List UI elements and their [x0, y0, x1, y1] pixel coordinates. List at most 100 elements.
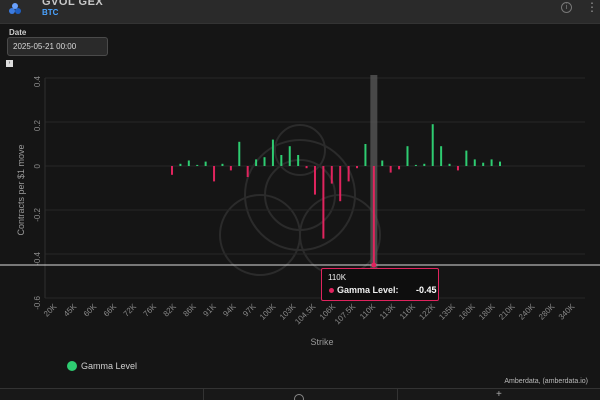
bar[interactable]	[179, 163, 182, 166]
tooltip-strike: 110K	[328, 273, 347, 282]
y-axis-label: Contracts per $1 move	[16, 144, 26, 235]
x-tick-label: 66K	[102, 302, 119, 319]
x-tick-label: 72K	[122, 302, 139, 319]
bar[interactable]	[238, 141, 241, 166]
bar[interactable]	[263, 157, 266, 166]
x-tick-labels: 20K 45K 60K 66K 72K 76K 82K 86K 91K 94K 97K 100K 103…	[42, 302, 577, 327]
bar[interactable]	[473, 159, 476, 166]
footer-divider	[397, 389, 398, 400]
tooltip-series-name: Gamma Level:	[337, 285, 399, 295]
bar[interactable]	[196, 164, 199, 166]
footer-divider	[203, 389, 204, 400]
app-subtitle: BTC	[42, 8, 59, 17]
bar[interactable]	[381, 160, 384, 167]
bar[interactable]	[423, 163, 426, 166]
bar[interactable]	[398, 166, 401, 170]
bar[interactable]	[187, 160, 190, 167]
tooltip-series-label: Gamma Level	[337, 285, 396, 295]
x-tick-label: 91K	[201, 302, 218, 319]
x-tick-label: 60K	[82, 302, 99, 319]
date-input[interactable]	[7, 37, 108, 56]
bar[interactable]	[313, 166, 316, 195]
legend-label: Gamma Level	[81, 361, 138, 371]
x-tick-label: 104.5K	[293, 302, 318, 327]
y-tick-label: -0.6	[33, 295, 42, 309]
x-tick-label: 135K	[437, 302, 457, 322]
x-tick-label: 160K	[457, 302, 477, 322]
bar[interactable]	[280, 155, 283, 166]
download-icon[interactable]: +	[496, 390, 502, 400]
bar[interactable]	[356, 166, 359, 169]
bar[interactable]	[490, 159, 493, 166]
bar[interactable]	[465, 150, 468, 166]
y-tick-label: 0.4	[33, 75, 42, 87]
bar[interactable]	[339, 166, 342, 202]
x-tick-label: 76K	[142, 302, 159, 319]
bar[interactable]	[456, 166, 459, 171]
bar[interactable]	[414, 164, 417, 166]
bar[interactable]	[406, 146, 409, 166]
x-tick-label: 122K	[417, 302, 437, 322]
tooltip-series-dot	[329, 288, 334, 293]
gamma-chart: 0.4 0.2 0 -0.2 -0.4 -0.6 20K 45K 60K 66K 72K 76K 82…	[0, 75, 600, 347]
bar[interactable]	[448, 163, 451, 166]
footer-toolbar: +	[0, 388, 600, 400]
y-tick-label: -0.2	[33, 207, 42, 221]
x-tick-label: 110K	[358, 302, 378, 322]
bar[interactable]	[271, 139, 274, 166]
date-label: Date	[9, 28, 27, 37]
camera-icon[interactable]	[294, 394, 304, 400]
legend-dot-icon	[67, 361, 77, 371]
x-tick-label: 210K	[497, 302, 517, 322]
bar[interactable]	[305, 166, 308, 169]
app-header: GVOL GEX BTC i ⋮	[0, 0, 600, 24]
x-axis-label: Strike	[310, 337, 333, 347]
gvol-logo-icon	[9, 3, 21, 14]
y-tick-label: 0	[33, 163, 42, 168]
credit-text: Amberdata, (amberdata.io)	[504, 378, 588, 385]
bar[interactable]	[372, 166, 375, 265]
bar[interactable]	[440, 146, 443, 166]
info-icon[interactable]: i	[561, 2, 572, 13]
bar[interactable]	[221, 163, 224, 166]
x-tick-label: 116K	[398, 302, 418, 322]
x-tick-label: 100K	[258, 302, 278, 322]
bar[interactable]	[171, 166, 173, 175]
x-tick-label: 97K	[241, 302, 258, 319]
x-tick-label: 45K	[62, 302, 79, 319]
x-tick-label: 107.5K	[333, 302, 358, 327]
watermark-logo-icon	[219, 124, 381, 276]
y-tick-label: 0.2	[33, 119, 42, 131]
bar[interactable]	[499, 161, 501, 166]
x-tick-label: 340K	[557, 302, 577, 322]
x-tick-label: 86K	[181, 302, 198, 319]
bar[interactable]	[364, 144, 367, 166]
bar[interactable]	[389, 166, 392, 173]
bar[interactable]	[347, 166, 350, 182]
bar[interactable]	[246, 166, 249, 177]
tooltip: 110K Gamma Level: -0.45	[321, 268, 439, 301]
x-tick-label: 180K	[477, 302, 497, 322]
x-tick-label: 82K	[162, 302, 179, 319]
x-tick-label: 94K	[221, 302, 238, 319]
app-title: GVOL GEX	[42, 0, 104, 8]
kebab-menu-icon[interactable]: ⋮	[586, 0, 598, 14]
y-tick-label: -0.4	[33, 251, 42, 265]
bar[interactable]	[204, 161, 207, 166]
bar[interactable]	[431, 124, 434, 166]
bar[interactable]	[330, 166, 333, 184]
bar[interactable]	[213, 166, 216, 182]
bar[interactable]	[482, 162, 485, 166]
hover-point	[371, 262, 377, 268]
tooltip-value: -0.45	[416, 285, 437, 295]
x-tick-label: 240K	[517, 302, 537, 322]
x-tick-label: 280K	[537, 302, 557, 322]
x-tick-label: 113K	[378, 302, 398, 322]
crosshair	[0, 262, 600, 268]
bar[interactable]	[255, 159, 258, 166]
bar[interactable]	[297, 155, 300, 166]
bar[interactable]	[229, 166, 232, 171]
bar[interactable]	[288, 146, 291, 166]
y-tick-labels: 0.4 0.2 0 -0.2 -0.4 -0.6	[33, 75, 42, 309]
bar[interactable]	[322, 166, 325, 239]
